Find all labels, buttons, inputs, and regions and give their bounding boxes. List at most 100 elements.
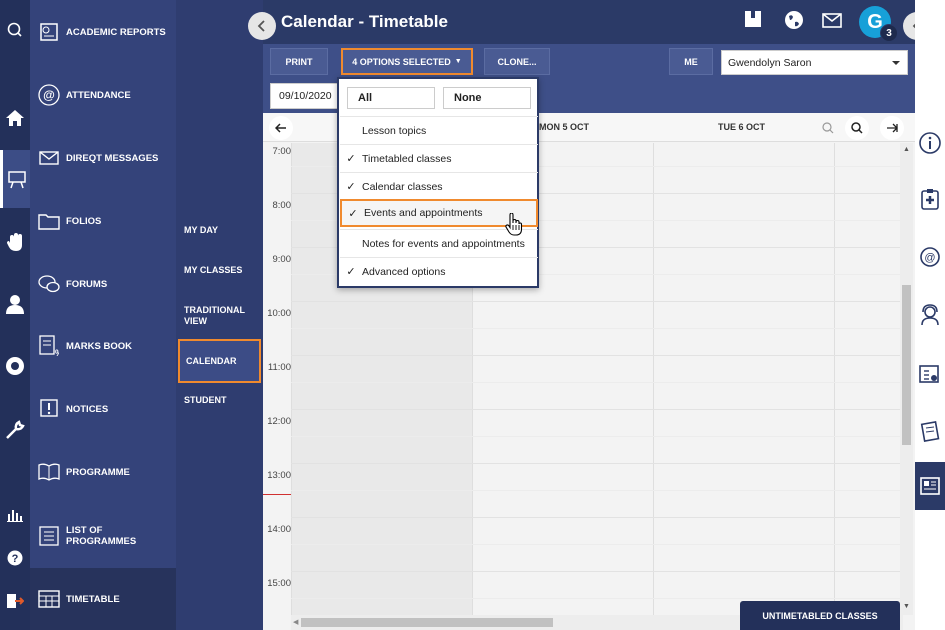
- zoom-out-icon[interactable]: [822, 121, 834, 139]
- bookmark-icon[interactable]: [744, 10, 762, 33]
- home-icon[interactable]: [0, 104, 30, 132]
- hand-cursor-icon: [505, 212, 523, 242]
- scroll-thumb[interactable]: [902, 285, 911, 445]
- person-select[interactable]: Gwendolyn Saron: [721, 50, 908, 75]
- svg-text:@: @: [43, 88, 55, 102]
- marks-icon: %: [32, 335, 66, 357]
- logout-icon[interactable]: [0, 590, 30, 612]
- chat-icon: [32, 274, 66, 294]
- page-title: Calendar - Timetable: [281, 12, 448, 31]
- list-icon: [32, 526, 66, 546]
- subnav-student[interactable]: STUDENT: [176, 395, 263, 406]
- nav-attendance[interactable]: @ ATTENDANCE: [30, 65, 176, 125]
- nav-forums[interactable]: FORUMS: [30, 254, 176, 314]
- contact-icon[interactable]: @: [915, 246, 945, 268]
- nav-notices[interactable]: NOTICES: [30, 379, 176, 439]
- me-button[interactable]: ME: [669, 48, 713, 75]
- mail-icon[interactable]: [822, 13, 842, 34]
- nav-folios[interactable]: FOLIOS: [30, 191, 176, 251]
- subnav-my-day[interactable]: MY DAY: [176, 225, 263, 236]
- check-icon: ✓: [346, 153, 356, 165]
- check-icon: ✓: [346, 181, 356, 193]
- nav-list-of-programmes[interactable]: LIST OF PROGRAMMES: [30, 506, 176, 566]
- scroll-up-icon[interactable]: ▲: [903, 146, 910, 153]
- left-rail: ?: [0, 0, 30, 630]
- sub-nav: MY DAY MY CLASSES TRADITIONAL VIEW CALEN…: [176, 0, 263, 630]
- nav-direqt-messages[interactable]: DIREQT MESSAGES: [30, 128, 176, 188]
- info-icon[interactable]: [915, 132, 945, 154]
- select-all-button[interactable]: All: [347, 87, 435, 109]
- page-header: Calendar - Timetable G 3: [263, 0, 915, 44]
- prev-arrow-icon[interactable]: [269, 116, 293, 140]
- id-card-icon[interactable]: [915, 364, 945, 384]
- classroom-icon[interactable]: [0, 150, 30, 208]
- notice-icon: [32, 398, 66, 420]
- option-timetabled-classes[interactable]: ✓ Timetabled classes: [340, 144, 538, 172]
- nav-timetable[interactable]: TIMETABLE: [30, 568, 176, 630]
- svg-text:%: %: [55, 348, 59, 357]
- untimetabled-classes-button[interactable]: UNTIMETABLED CLASSES: [740, 601, 900, 630]
- main-nav: ACADEMIC REPORTS @ ATTENDANCE DIREQT MES…: [30, 0, 176, 630]
- zoom-in-icon[interactable]: [845, 116, 869, 140]
- chart-icon[interactable]: [0, 504, 30, 526]
- print-button[interactable]: PRINT: [270, 48, 328, 75]
- globe-icon[interactable]: [784, 10, 804, 35]
- clone-button[interactable]: CLONE...: [484, 48, 550, 75]
- collapse-nav-button[interactable]: [248, 12, 276, 40]
- nav-academic-reports[interactable]: ACADEMIC REPORTS: [30, 2, 176, 62]
- timetable-icon: [32, 590, 66, 608]
- report-icon: [32, 22, 66, 42]
- check-icon: ✓: [348, 207, 358, 220]
- notification-badge: 3: [880, 24, 898, 42]
- time-label: 8:00: [272, 200, 292, 211]
- at-icon: @: [32, 84, 66, 106]
- time-label: 7:00: [272, 146, 292, 157]
- time-label: 11:00: [267, 362, 291, 373]
- subnav-calendar[interactable]: CALENDAR: [178, 339, 261, 383]
- right-sidebar: @: [915, 0, 945, 630]
- support-icon[interactable]: [915, 304, 945, 326]
- time-label: 12:00: [267, 416, 291, 427]
- option-lesson-topics[interactable]: Lesson topics: [340, 116, 538, 144]
- book-icon: [32, 462, 66, 482]
- svg-text:?: ?: [12, 553, 19, 565]
- day-header-tue: TUE 6 OCT: [718, 122, 766, 132]
- help-icon[interactable]: ?: [0, 548, 30, 568]
- option-calendar-classes[interactable]: ✓ Calendar classes: [340, 172, 538, 200]
- time-label: 9:00: [272, 254, 292, 265]
- vertical-scrollbar[interactable]: ▲ ▼: [900, 143, 913, 615]
- next-arrow-icon[interactable]: [880, 116, 904, 140]
- option-advanced-options[interactable]: ✓ Advanced options: [340, 257, 538, 285]
- subnav-traditional-view[interactable]: TRADITIONAL VIEW: [176, 305, 251, 327]
- folder-icon: [32, 212, 66, 230]
- search-icon[interactable]: [0, 16, 30, 44]
- time-label: 14:00: [267, 524, 291, 535]
- globe-icon[interactable]: [0, 352, 30, 380]
- caret-down-icon: [892, 61, 900, 65]
- options-dropdown-button[interactable]: 4 OPTIONS SELECTED ▼: [341, 48, 473, 75]
- nav-marks-book[interactable]: % MARKS BOOK: [30, 316, 176, 376]
- nav-programme[interactable]: PROGRAMME: [30, 442, 176, 502]
- documents-icon[interactable]: [915, 420, 945, 442]
- select-none-button[interactable]: None: [443, 87, 531, 109]
- day-header-mon: MON 5 OCT: [539, 122, 590, 132]
- date-field[interactable]: 09/10/2020: [270, 83, 338, 109]
- scroll-left-icon[interactable]: ◀: [293, 618, 298, 626]
- scroll-down-icon[interactable]: ▼: [903, 603, 910, 610]
- time-label: 13:00: [267, 470, 291, 481]
- current-time-marker: [263, 494, 291, 495]
- svg-text:@: @: [924, 252, 935, 264]
- check-icon: ✓: [346, 266, 356, 278]
- time-label: 10:00: [267, 308, 291, 319]
- time-label: 15:00: [267, 578, 291, 589]
- caret-down-icon: ▼: [454, 58, 462, 65]
- scroll-thumb[interactable]: [301, 618, 553, 627]
- newspaper-icon[interactable]: [915, 462, 945, 510]
- envelope-icon: [32, 150, 66, 166]
- wrench-icon[interactable]: [0, 416, 30, 444]
- user-icon[interactable]: [0, 290, 30, 318]
- subnav-my-classes[interactable]: MY CLASSES: [176, 265, 263, 276]
- hand-icon[interactable]: [0, 228, 30, 256]
- medical-icon[interactable]: [915, 188, 945, 210]
- options-dropdown-menu: All None Lesson topics ✓ Timetabled clas…: [337, 77, 539, 288]
